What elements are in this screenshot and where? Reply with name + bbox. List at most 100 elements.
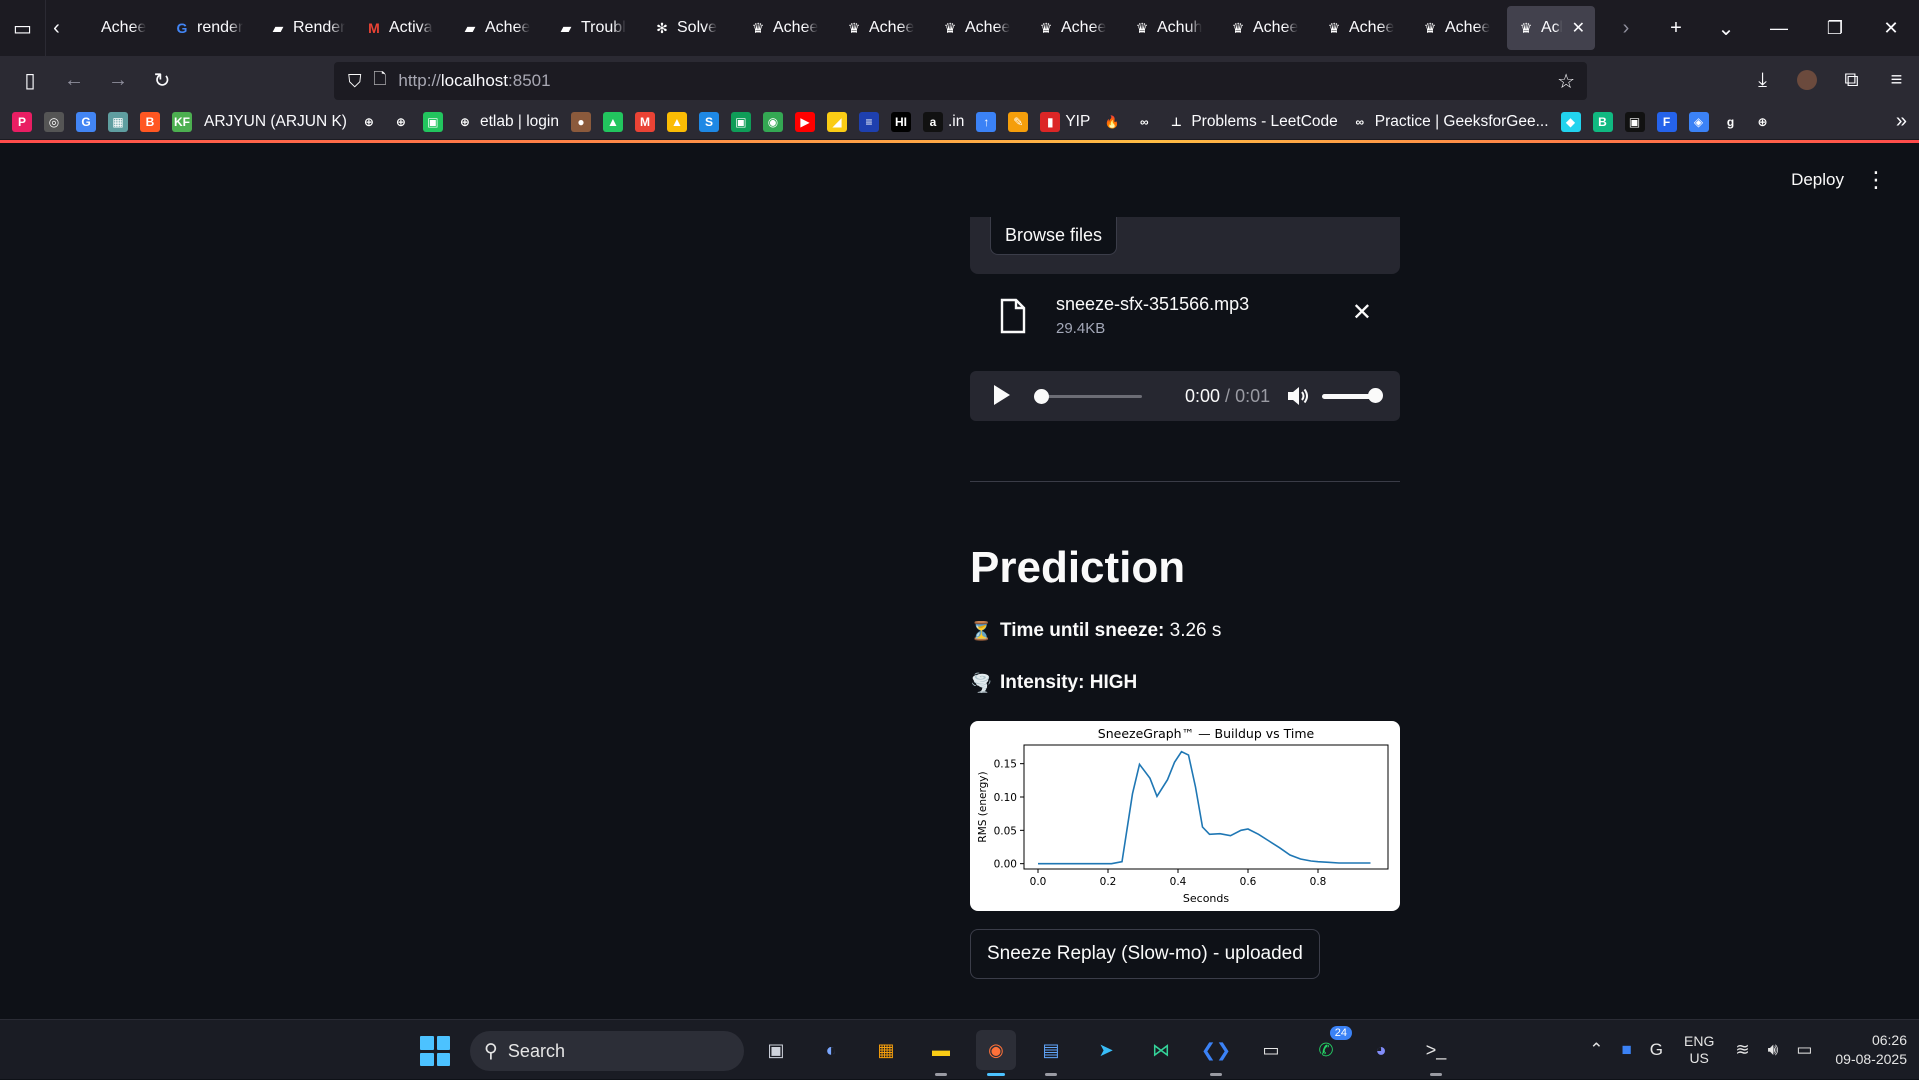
tab-6[interactable]: ✻ Solve [643, 6, 739, 50]
bookmark-star-icon[interactable]: ☆ [1557, 69, 1575, 94]
file-explorer-icon[interactable]: ▬ [921, 1030, 961, 1076]
file-uploader-dropzone[interactable]: Browse files [970, 217, 1400, 274]
bookmark-24[interactable]: ✎ [1008, 111, 1029, 132]
bookmark-35[interactable]: g [1720, 111, 1741, 132]
store-icon[interactable]: ▦ [866, 1030, 906, 1070]
bookmark-30[interactable]: ◆ [1560, 111, 1581, 132]
bookmark-16[interactable]: ▣ [730, 111, 751, 132]
sidebar-toggle-icon[interactable]: ▯ [8, 60, 52, 100]
task-view-icon[interactable]: ▣ [756, 1030, 796, 1070]
bookmark-17[interactable]: ◉ [762, 111, 783, 132]
deploy-button[interactable]: Deploy [1791, 170, 1844, 190]
main-menu-icon[interactable]: ⋮ [1865, 167, 1887, 193]
extensions-icon[interactable]: ⧉ [1829, 56, 1874, 104]
account-avatar[interactable] [1797, 70, 1817, 90]
vs-icon[interactable]: ⋈ [1141, 1030, 1181, 1070]
bookmark-7[interactable]: ⊕ [358, 111, 379, 132]
seek-bar[interactable] [1036, 395, 1142, 398]
discord-icon[interactable]: ◕ [1361, 1030, 1401, 1070]
notepad-icon[interactable]: ▤ [1031, 1030, 1071, 1076]
close-window-icon[interactable]: ✕ [1863, 0, 1919, 56]
tab-13[interactable]: ♛ Achee [1315, 6, 1411, 50]
bookmark-6[interactable]: ARJYUN (ARJUN K) [204, 113, 347, 131]
copilot-icon[interactable]: ◐ [811, 1030, 851, 1070]
bookmark-25[interactable]: ▮ YIP [1040, 111, 1090, 132]
tab-scroll-right-icon[interactable]: › [1601, 0, 1651, 56]
forward-icon[interactable]: → [96, 60, 140, 100]
show-hidden-icons-icon[interactable]: ⌃ [1589, 1040, 1603, 1060]
telegram-icon[interactable]: ➤ [1086, 1030, 1126, 1070]
bookmark-18[interactable]: ▶ [794, 111, 815, 132]
reload-icon[interactable]: ↻ [140, 60, 184, 100]
windows-terminal-icon[interactable]: >_ [1416, 1030, 1456, 1076]
bookmark-28[interactable]: ⊥ Problems - LeetCode [1166, 111, 1338, 132]
bookmark-8[interactable]: ⊕ [390, 111, 411, 132]
bookmark-5[interactable]: KF [172, 111, 192, 132]
bookmark-36[interactable]: ⊕ [1752, 111, 1773, 132]
tab-0[interactable]: Achee [67, 6, 163, 50]
bookmark-4[interactable]: B [140, 111, 160, 132]
bookmark-26[interactable]: 🔥 [1102, 111, 1123, 132]
tab-10[interactable]: ♛ Achee [1027, 6, 1123, 50]
vscode-icon[interactable]: ❮❯ [1196, 1030, 1236, 1076]
tab-12[interactable]: ♛ Achee [1219, 6, 1315, 50]
downloads-icon[interactable]: ⤓ [1740, 56, 1785, 104]
bookmark-13[interactable]: M [634, 111, 655, 132]
more-bookmarks-icon[interactable]: » [1896, 110, 1907, 133]
tab-14[interactable]: ♛ Achee [1411, 6, 1507, 50]
bookmark-15[interactable]: S [698, 111, 719, 132]
firefox-icon[interactable]: ◉ [976, 1030, 1016, 1076]
windows-start-icon[interactable] [420, 1036, 450, 1066]
whatsapp-icon[interactable]: ✆ 24 [1306, 1026, 1352, 1070]
bookmark-12[interactable]: ▲ [602, 111, 623, 132]
tab-4[interactable]: ▰ Achee [451, 6, 547, 50]
speaker-icon[interactable]: 🔊︎ [1768, 1040, 1779, 1060]
firefox-view-icon[interactable]: ▭ [0, 0, 46, 56]
bookmark-2[interactable]: G [76, 111, 96, 132]
bookmark-20[interactable]: ≡ [858, 111, 879, 132]
wifi-icon[interactable]: ≋ [1735, 1040, 1749, 1060]
shield-icon[interactable]: ⛉ [348, 71, 362, 92]
tab-scroll-left-icon[interactable]: ‹ [46, 0, 67, 56]
bookmark-0[interactable]: P [12, 111, 32, 132]
terminal-app-icon[interactable]: ▭ [1251, 1030, 1291, 1070]
defender-icon[interactable]: ■ [1621, 1040, 1631, 1060]
tab-15[interactable]: ♛ Ach ✕ [1507, 6, 1595, 50]
close-tab-icon[interactable]: ✕ [1572, 18, 1585, 38]
bookmark-23[interactable]: ↑ [976, 111, 997, 132]
remove-file-icon[interactable]: ✕ [1352, 298, 1372, 327]
clock[interactable]: 06:26 09-08-2025 [1835, 1031, 1907, 1069]
tab-9[interactable]: ♛ Achee [931, 6, 1027, 50]
battery-icon[interactable]: ▭ [1796, 1040, 1812, 1060]
replay-button[interactable]: Sneeze Replay (Slow-mo) - uploaded [970, 929, 1320, 979]
bookmark-32[interactable]: ▣ [1624, 111, 1645, 132]
minimize-icon[interactable]: — [1751, 0, 1807, 56]
list-all-tabs-icon[interactable]: ⌄ [1701, 0, 1751, 56]
tab-7[interactable]: ♛ Achee [739, 6, 835, 50]
play-icon[interactable] [994, 385, 1010, 405]
bookmark-19[interactable]: ◢ [826, 111, 847, 132]
bookmark-33[interactable]: F [1656, 111, 1677, 132]
bookmark-11[interactable]: ● [570, 111, 591, 132]
bookmark-10[interactable]: ⊕ etlab | login [454, 111, 559, 132]
new-tab-icon[interactable]: + [1651, 0, 1701, 56]
browse-files-button[interactable]: Browse files [990, 217, 1118, 255]
menu-icon[interactable]: ≡ [1874, 56, 1919, 104]
grammarly-icon[interactable]: G [1650, 1040, 1663, 1060]
volume-icon[interactable] [1285, 383, 1311, 409]
bookmark-21[interactable]: HI [890, 111, 911, 132]
bookmark-31[interactable]: B [1592, 111, 1613, 132]
tab-3[interactable]: M Activa [355, 6, 451, 50]
bookmark-29[interactable]: ∞ Practice | GeeksforGee... [1349, 111, 1549, 132]
volume-slider[interactable] [1322, 394, 1374, 399]
bookmark-34[interactable]: ◈ [1688, 111, 1709, 132]
url-bar[interactable]: ⛉ 🗋 http://localhost:8501 ☆ [334, 62, 1587, 100]
taskbar-search[interactable]: ⚲ Search [470, 1031, 744, 1071]
bookmark-27[interactable]: ∞ [1134, 111, 1155, 132]
back-icon[interactable]: ← [52, 60, 96, 100]
tab-11[interactable]: ♛ Achuh [1123, 6, 1219, 50]
tab-8[interactable]: ♛ Achee [835, 6, 931, 50]
tab-5[interactable]: ▰ Troubl [547, 6, 643, 50]
bookmark-9[interactable]: ▣ [422, 111, 443, 132]
seek-thumb[interactable] [1034, 389, 1049, 404]
